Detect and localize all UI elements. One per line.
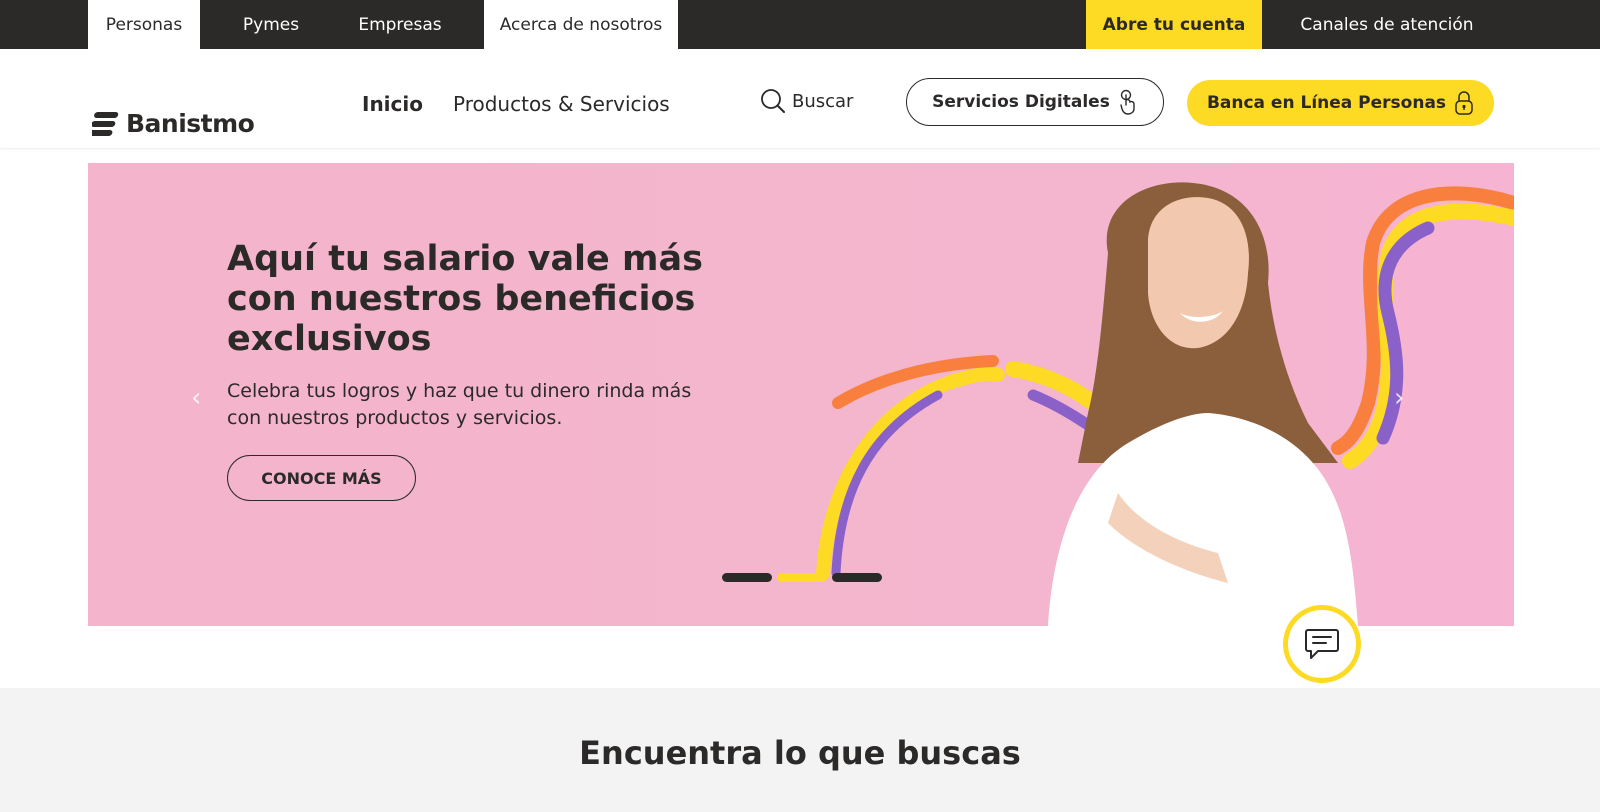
touch-hand-icon [1120,89,1135,115]
hero-banner: Aquí tu salario vale más con nuestros be… [88,163,1514,626]
lock-icon [1455,91,1473,115]
search-button[interactable]: Buscar [760,88,853,114]
chat-button[interactable] [1283,605,1361,683]
digital-services-label: Servicios Digitales [932,92,1110,112]
digital-services-button[interactable]: Servicios Digitales [906,78,1164,126]
tab-acerca-de-nosotros[interactable]: Acerca de nosotros [484,0,678,49]
carousel-dot-3[interactable] [832,573,882,582]
banistmo-logo[interactable]: Banistmo [92,109,255,138]
yellow-arc [816,367,1005,580]
right-purple-arc [1376,221,1435,445]
hero-description: Celebra tus logros y haz que tu dinero r… [227,380,692,429]
nav-productos-servicios[interactable]: Productos & Servicios [453,92,670,116]
online-banking-label: Banca en Línea Personas [1206,93,1447,113]
nav-inicio[interactable]: Inicio [362,92,423,116]
search-label: Buscar [792,90,854,112]
main-header: Banistmo Inicio Productos & Servicios Bu… [0,49,1600,148]
section-title: Encuentra lo que buscas [579,734,1021,772]
tab-personas[interactable]: Personas [88,0,200,49]
find-what-you-need-section: Encuentra lo que buscas [0,688,1600,812]
yellow-stroke [1005,361,1101,411]
carousel-dot-2[interactable] [777,573,827,582]
search-icon [761,89,785,113]
open-account-button[interactable]: Abre tu cuenta [1086,0,1262,49]
smiling-woman-photo [1048,182,1358,626]
tab-pymes[interactable]: Pymes [212,0,330,49]
logo-text: Banistmo [126,109,255,138]
tab-empresas[interactable]: Empresas [340,0,460,49]
carousel-prev-arrow[interactable]: ‹ [191,383,201,413]
learn-more-button[interactable]: CONOCE MÁS [227,455,416,501]
chat-bubble-icon [1305,629,1339,659]
online-banking-button[interactable]: Banca en Línea Personas [1187,80,1494,126]
carousel-next-arrow[interactable]: › [1394,383,1404,413]
banistmo-logo-icon [92,111,119,136]
carousel-dot-1[interactable] [722,573,772,582]
top-bar: Personas Pymes Empresas Acerca de nosotr… [0,0,1600,49]
service-channels-link[interactable]: Canales de atención [1290,0,1484,49]
hero-title: Aquí tu salario vale más con nuestros be… [227,239,703,359]
